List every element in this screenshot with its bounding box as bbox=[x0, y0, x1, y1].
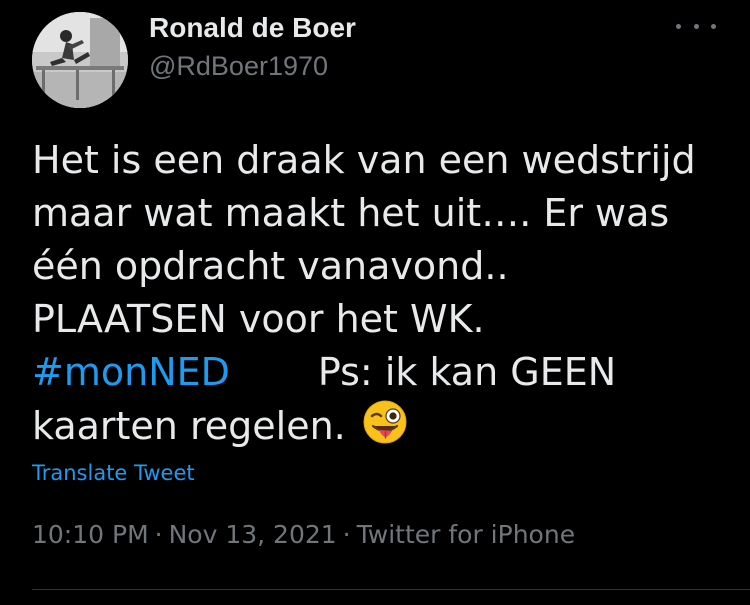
tweet-text-line: maar wat maakt het uit…. Er was bbox=[32, 191, 670, 235]
more-options-button[interactable] bbox=[676, 12, 716, 40]
tweet-date[interactable]: Nov 13, 2021 bbox=[169, 520, 337, 549]
avatar[interactable] bbox=[32, 12, 128, 108]
tweet-text-segment: Ps: ik kan GEEN bbox=[317, 350, 617, 394]
tweet-text-line: kaarten regelen. bbox=[32, 399, 732, 452]
tweet-source[interactable]: Twitter for iPhone bbox=[357, 520, 575, 549]
more-horizontal-icon bbox=[676, 23, 681, 29]
tweet-text-line: één opdracht vanavond.. bbox=[32, 244, 509, 288]
tweet-text-segment: kaarten regelen. bbox=[32, 404, 346, 448]
winking-face-with-tongue-icon bbox=[362, 399, 408, 459]
meta-separator: · bbox=[342, 520, 351, 549]
divider bbox=[32, 589, 750, 590]
tweet-time[interactable]: 10:10 PM bbox=[32, 520, 149, 549]
tweet-text: Het is een draak van een wedstrijd maar … bbox=[32, 134, 732, 452]
hashtag-link[interactable]: #monNED bbox=[32, 350, 230, 394]
tweet-text-line: PLAATSEN voor het WK. bbox=[32, 297, 485, 341]
tweet: Ronald de Boer @RdBoer1970 Het is een dr… bbox=[0, 0, 750, 605]
tweet-text-line: Het is een draak van een wedstrijd bbox=[32, 138, 696, 182]
more-horizontal-icon-dot bbox=[693, 23, 699, 29]
meta-separator: · bbox=[154, 520, 163, 549]
tweet-text-line: #monNED Ps: ik kan GEEN bbox=[32, 346, 732, 399]
author-name[interactable]: Ronald de Boer bbox=[149, 12, 356, 44]
more-horizontal-icon-dot bbox=[711, 23, 716, 29]
tweet-metadata: 10:10 PM · Nov 13, 2021 · Twitter for iPhone bbox=[32, 519, 575, 551]
translate-tweet-link[interactable]: Translate Tweet bbox=[32, 460, 195, 486]
author-handle[interactable]: @RdBoer1970 bbox=[149, 50, 328, 82]
